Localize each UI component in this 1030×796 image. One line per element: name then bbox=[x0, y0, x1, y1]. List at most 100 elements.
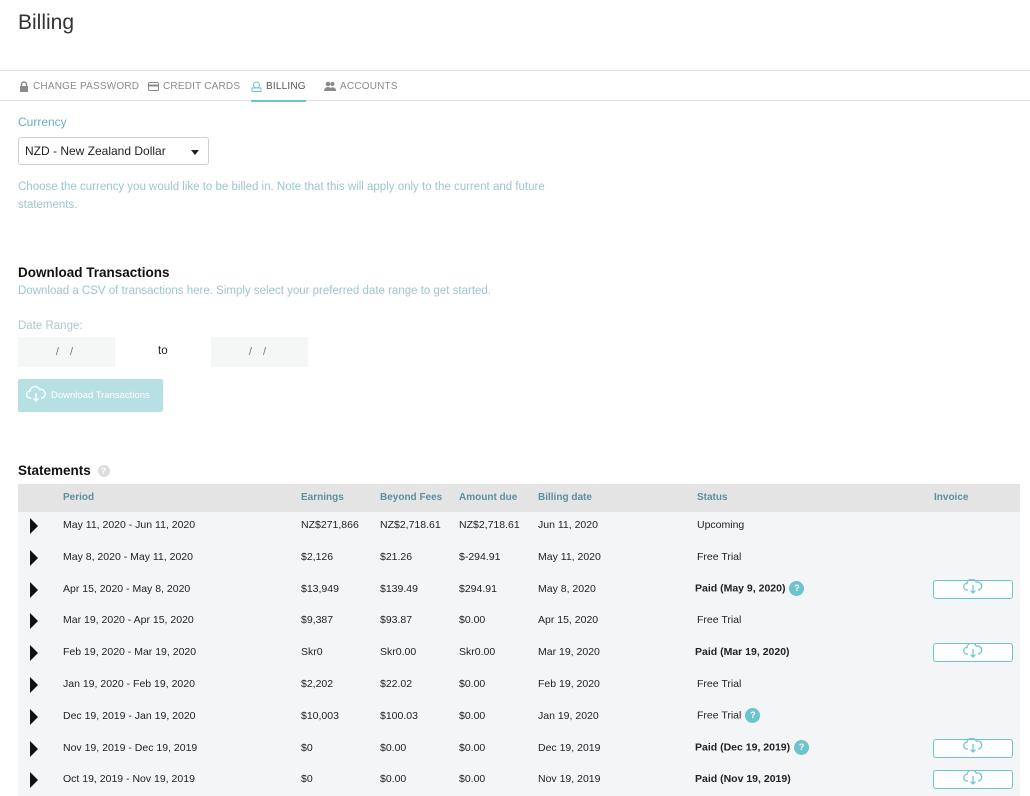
users-icon bbox=[324, 81, 336, 91]
cell-status: Paid (Dec 19, 2019)? bbox=[695, 739, 810, 755]
status-text: Paid (May 9, 2020) bbox=[695, 581, 786, 594]
settings-tabs: CHANGE PASSWORD CREDIT CARDS BILLING ACC… bbox=[0, 70, 1030, 102]
status-help-icon[interactable]: ? bbox=[794, 739, 810, 755]
cell-amount-due: Skr0.00 bbox=[459, 646, 496, 659]
statements-title-text: Statements bbox=[18, 463, 91, 478]
cell-billing-date: May 11, 2020 bbox=[538, 550, 601, 563]
tab-billing[interactable]: BILLING bbox=[251, 71, 306, 102]
cell-status: Free Trial? bbox=[697, 707, 761, 723]
column-header-amount-due[interactable]: Amount due bbox=[459, 492, 517, 503]
download-transactions-button[interactable]: Download Transactions bbox=[18, 379, 163, 412]
expand-row-icon[interactable] bbox=[30, 772, 38, 789]
column-header-period[interactable]: Period bbox=[63, 492, 94, 503]
tab-label: ACCOUNTS bbox=[340, 80, 398, 92]
cell-period: Oct 19, 2019 - Nov 19, 2019 bbox=[63, 773, 195, 786]
statements-table: Period Earnings Beyond Fees Amount due B… bbox=[18, 484, 1020, 796]
cell-earnings: $9,387 bbox=[301, 614, 334, 627]
cell-beyond-fees: $21.26 bbox=[380, 550, 413, 563]
status-text: Free Trial bbox=[697, 678, 742, 690]
table-row[interactable]: May 11, 2020 - Jun 11, 2020 NZ$271,866 NZ$… bbox=[18, 510, 1020, 542]
table-row[interactable]: Feb 19, 2020 - Mar 19, 2020 Skr0 Skr0.00 Sk… bbox=[18, 637, 1020, 669]
date-to-input[interactable]: / / bbox=[211, 337, 308, 367]
expand-row-icon[interactable] bbox=[30, 518, 38, 534]
cell-period: May 11, 2020 - Jun 11, 2020 bbox=[63, 519, 196, 531]
cell-status: Paid (Nov 19, 2019) bbox=[695, 773, 791, 785]
cell-earnings: $10,003 bbox=[301, 709, 339, 722]
cell-earnings: Skr0 bbox=[301, 646, 323, 659]
caret-down-icon bbox=[191, 150, 199, 155]
table-row[interactable]: Nov 19, 2019 - Dec 19, 2019 $0 $0.00 $0.00 D… bbox=[18, 733, 1020, 765]
status-text: Paid (Dec 19, 2019) bbox=[695, 740, 791, 753]
table-row[interactable]: Oct 19, 2019 - Nov 19, 2019 $0 $0.00 $0.00 N… bbox=[18, 764, 1020, 796]
column-header-earnings[interactable]: Earnings bbox=[301, 492, 344, 503]
cell-billing-date: Feb 19, 2020 bbox=[538, 678, 600, 690]
tab-credit-cards[interactable]: CREDIT CARDS bbox=[148, 71, 240, 101]
status-text: Paid (Nov 19, 2019) bbox=[695, 773, 791, 786]
cell-billing-date: May 8, 2020 bbox=[538, 582, 596, 595]
tab-change-password[interactable]: CHANGE PASSWORD bbox=[19, 71, 139, 101]
tab-label: CREDIT CARDS bbox=[163, 80, 241, 92]
status-text: Paid (Mar 19, 2020) bbox=[695, 646, 790, 659]
table-row[interactable]: Jan 19, 2020 - Feb 19, 2020 $2,202 $22.02 $… bbox=[18, 669, 1020, 701]
cell-period: Feb 19, 2020 - Mar 19, 2020 bbox=[63, 646, 197, 659]
help-icon[interactable]: ? bbox=[97, 465, 110, 478]
cell-beyond-fees: $139.49 bbox=[380, 582, 418, 595]
status-text: Free Trial bbox=[697, 709, 742, 722]
cell-status: Free Trial bbox=[697, 551, 741, 563]
expand-row-icon[interactable] bbox=[30, 708, 38, 725]
expand-row-icon[interactable] bbox=[30, 549, 38, 566]
expand-row-icon[interactable] bbox=[30, 740, 38, 757]
cell-period: Nov 19, 2019 - Dec 19, 2019 bbox=[63, 741, 198, 754]
tab-accounts[interactable]: ACCOUNTS bbox=[324, 71, 398, 101]
expand-row-icon[interactable] bbox=[30, 645, 38, 662]
cloud-download-icon bbox=[962, 642, 984, 663]
table-row[interactable]: Dec 19, 2019 - Jan 19, 2020 $10,003 $100.0… bbox=[18, 701, 1020, 733]
cloud-download-icon bbox=[962, 737, 984, 758]
status-help-icon[interactable]: ? bbox=[745, 707, 761, 723]
cell-amount-due: NZ$2,718.61 bbox=[459, 519, 520, 531]
column-header-billing-date[interactable]: Billing date bbox=[538, 492, 592, 503]
cell-status: Paid (May 9, 2020)? bbox=[695, 580, 805, 596]
status-text: Free Trial bbox=[697, 614, 742, 627]
table-row[interactable]: Mar 19, 2020 - Apr 15, 2020 $9,387 $93.87 $… bbox=[18, 605, 1020, 637]
cell-billing-date: Mar 19, 2020 bbox=[538, 646, 600, 659]
cell-status: Paid (Mar 19, 2020) bbox=[695, 646, 790, 658]
cloud-download-icon bbox=[962, 578, 984, 599]
cell-beyond-fees: $0.00 bbox=[380, 773, 407, 786]
cell-status: Free Trial bbox=[697, 614, 741, 626]
expand-row-icon[interactable] bbox=[30, 581, 38, 598]
cell-beyond-fees: $93.87 bbox=[380, 614, 413, 627]
cell-period: Jan 19, 2020 - Feb 19, 2020 bbox=[63, 678, 195, 690]
currency-help-text: Choose the currency you would like to be… bbox=[18, 181, 545, 211]
table-row[interactable]: May 8, 2020 - May 11, 2020 $2,126 $21.26 $-… bbox=[18, 542, 1020, 574]
cell-billing-date: Jun 11, 2020 bbox=[538, 519, 598, 531]
date-from-input[interactable]: / / bbox=[18, 337, 115, 367]
table-header: Period Earnings Beyond Fees Amount due B… bbox=[18, 484, 1020, 512]
cloud-download-icon bbox=[25, 385, 46, 405]
status-help-icon[interactable]: ? bbox=[789, 580, 805, 596]
expand-row-icon[interactable] bbox=[30, 677, 38, 693]
cell-earnings: $2,126 bbox=[301, 550, 334, 563]
download-invoice-button[interactable] bbox=[933, 769, 1013, 790]
cell-earnings: $13,949 bbox=[301, 582, 339, 595]
cell-beyond-fees: Skr0.00 bbox=[380, 646, 417, 659]
column-header-status[interactable]: Status bbox=[697, 492, 728, 503]
cell-amount-due: $294.91 bbox=[459, 582, 497, 595]
column-header-beyond-fees[interactable]: Beyond Fees bbox=[380, 492, 442, 503]
download-invoice-button[interactable] bbox=[933, 642, 1013, 663]
download-transactions-title: Download Transactions bbox=[18, 265, 170, 280]
cell-period: Mar 19, 2020 - Apr 15, 2020 bbox=[63, 614, 194, 627]
currency-select[interactable]: NZD - New Zealand Dollar bbox=[18, 137, 209, 165]
currency-selected-value: NZD - New Zealand Dollar bbox=[25, 144, 166, 158]
column-header-invoice[interactable]: Invoice bbox=[934, 492, 968, 503]
cell-amount-due: $-294.91 bbox=[459, 550, 501, 563]
cell-earnings: $0 bbox=[301, 773, 313, 786]
download-invoice-button[interactable] bbox=[933, 578, 1013, 599]
table-row[interactable]: Apr 15, 2020 - May 8, 2020 $13,949 $139.49… bbox=[18, 574, 1020, 606]
download-invoice-button[interactable] bbox=[933, 737, 1013, 758]
cell-period: Apr 15, 2020 - May 8, 2020 bbox=[63, 582, 191, 595]
cell-billing-date: Nov 19, 2019 bbox=[538, 773, 601, 786]
cell-amount-due: $0.00 bbox=[459, 709, 486, 722]
expand-row-icon[interactable] bbox=[30, 613, 38, 630]
cell-amount-due: $0.00 bbox=[459, 678, 486, 690]
